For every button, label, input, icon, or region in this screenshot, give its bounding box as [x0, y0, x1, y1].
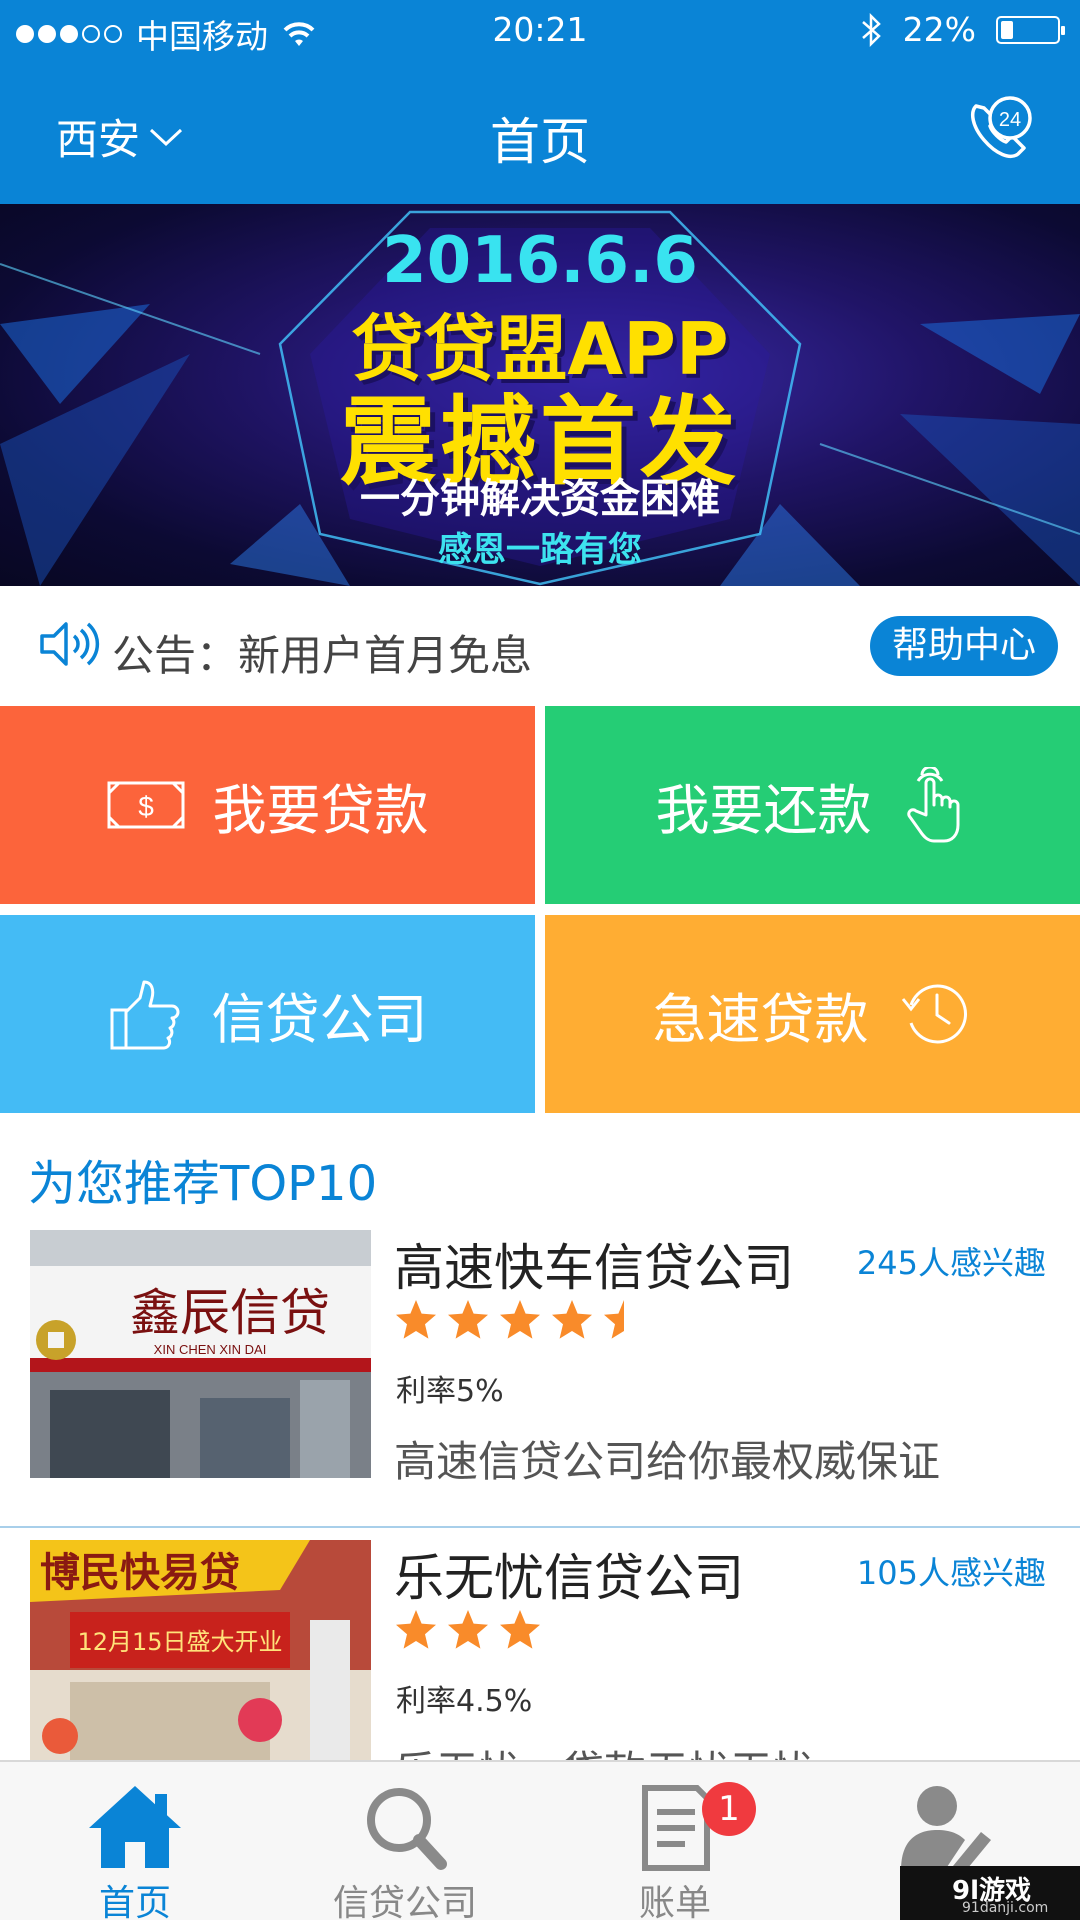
star-icon [396, 1300, 436, 1339]
company-photo: 博民快易贷 12月15日盛大开业 [30, 1540, 371, 1788]
interest-count: 245人感兴趣 [856, 1244, 1046, 1282]
star-icon [448, 1610, 488, 1649]
svg-text:12月15日盛大开业: 12月15日盛大开业 [77, 1628, 282, 1656]
tab-label: 首页 [98, 1883, 171, 1920]
clock-icon [901, 984, 967, 1044]
banner-thanks: 感恩一路有您 [438, 530, 642, 570]
star-icon [500, 1300, 540, 1339]
express-loan-label: 急速贷款 [652, 987, 869, 1051]
banner-date: 2016.6.6 [382, 224, 698, 298]
site-watermark: 9l游戏 91danji.com [900, 1866, 1080, 1920]
rating-stars [394, 1608, 542, 1652]
money-icon: $ [107, 781, 184, 829]
help-center-button[interactable]: 帮助中心 [870, 616, 1058, 676]
notification-badge: 1 [702, 1782, 756, 1836]
recommend-section-title: 为您推荐TOP10 [28, 1156, 378, 1212]
star-icon [396, 1610, 436, 1649]
bluetooth-icon [861, 12, 881, 47]
company-name: 高速快车信贷公司 [394, 1239, 794, 1297]
home-icon [89, 1786, 181, 1868]
interest-rate: 利率4.5% [396, 1684, 533, 1719]
company-name: 乐无忧信贷公司 [394, 1549, 744, 1607]
svg-text:博民快易贷: 博民快易贷 [40, 1550, 240, 1596]
announcement-text: 公告：新用户首月免息 [112, 631, 533, 680]
apply-loan-label: 我要贷款 [212, 778, 429, 842]
company-photo: 鑫辰信贷 XIN CHEN XIN DAI [30, 1230, 371, 1478]
repay-loan-tile[interactable]: 我要还款 [545, 706, 1080, 904]
promo-banner[interactable]: 2016.6.6 贷贷盟APP 震撼首发 一分钟解决资金困难 感恩一路有您 [0, 204, 1080, 586]
credit-company-tile[interactable]: 信贷公司 [0, 915, 535, 1113]
speaker-icon [40, 622, 100, 666]
watermark-sub: 91danji.com [962, 1900, 1049, 1916]
navigation-bar: 西安 首页 24 [0, 60, 1080, 204]
user-icon [901, 1786, 991, 1874]
repay-loan-label: 我要还款 [655, 778, 872, 842]
battery-icon [996, 15, 1065, 44]
svg-text:鑫辰信贷: 鑫辰信贷 [130, 1284, 330, 1342]
search-icon [367, 1788, 447, 1870]
interest-rate: 利率5% [396, 1374, 504, 1409]
list-item[interactable]: 鑫辰信贷 XIN CHEN XIN DAI 高速快车信贷公司 245人感兴趣 利… [0, 1228, 1080, 1528]
tab-bill[interactable]: 1 账单 [540, 1762, 810, 1920]
express-loan-tile[interactable]: 急速贷款 [545, 915, 1080, 1113]
tab-credit-company[interactable]: 信贷公司 [270, 1762, 540, 1920]
apply-loan-tile[interactable]: $ 我要贷款 [0, 706, 535, 904]
battery-percent: 22% [902, 10, 976, 49]
hotline-24h-phone-icon[interactable]: 24 [964, 92, 1040, 168]
star-icon [500, 1610, 540, 1649]
tab-label: 信贷公司 [332, 1883, 477, 1920]
status-bar: 中国移动 20:21 22% [0, 0, 1080, 60]
star-icon [448, 1300, 488, 1339]
thumbs-up-icon [110, 980, 179, 1050]
svg-text:XIN CHEN XIN DAI: XIN CHEN XIN DAI [154, 1342, 267, 1357]
star-icon [552, 1300, 592, 1339]
half-star-icon [604, 1300, 624, 1339]
tab-label: 账单 [638, 1883, 711, 1920]
page-title: 首页 [490, 113, 590, 171]
interest-count: 105人感兴趣 [856, 1554, 1046, 1592]
phone-badge-text: 24 [999, 109, 1021, 131]
pointer-hand-icon [906, 767, 959, 843]
credit-company-label: 信贷公司 [211, 987, 428, 1051]
announcement-bar: 公告：新用户首月免息 帮助中心 [0, 586, 1080, 704]
svg-text:$: $ [138, 791, 154, 822]
tab-home[interactable]: 首页 [0, 1762, 270, 1920]
banner-subline: 一分钟解决资金困难 [360, 476, 720, 522]
company-description: 高速信贷公司给你最权威保证 [394, 1437, 941, 1486]
rating-stars [394, 1298, 646, 1342]
